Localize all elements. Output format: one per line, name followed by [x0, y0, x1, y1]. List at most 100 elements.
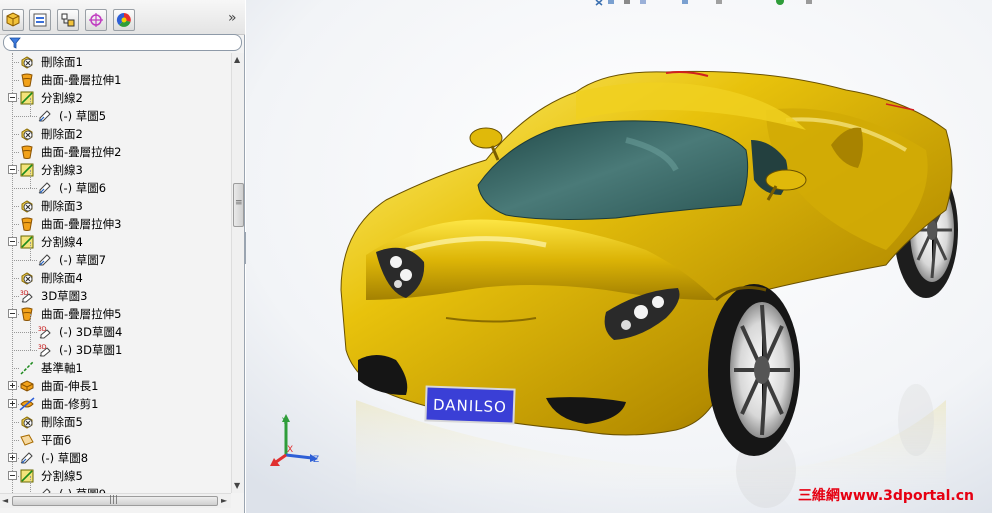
tree-item[interactable]: 刪除面3	[0, 197, 231, 215]
tree-expander-plus-icon[interactable]	[8, 453, 17, 462]
tree-item[interactable]: 3D 3D草圖3	[0, 287, 231, 305]
tree-item-label: (-) 草圖6	[59, 181, 107, 195]
tree-item-label: 刪除面4	[41, 271, 83, 285]
tree-item-label: (-) 3D草圖1	[59, 343, 123, 357]
graphics-area[interactable]: DANILSO Y Z X 三維網www.3dportal.cn	[246, 0, 992, 513]
sketch-icon	[37, 108, 53, 124]
tree-item-label: (-) 草圖5	[59, 109, 107, 123]
zoom-area-icon	[608, 0, 614, 4]
tree-item-label: 3D草圖3	[41, 289, 88, 303]
tree-item[interactable]: 3D (-) 3D草圖4	[0, 314, 231, 341]
tree-item-label: (-) 3D草圖4	[59, 325, 123, 339]
split-line-icon	[19, 90, 35, 106]
tree-item[interactable]: 刪除面4	[0, 269, 231, 287]
tree-expander-plus-icon[interactable]	[8, 381, 17, 390]
tree-connector	[12, 80, 19, 81]
view-orientation-icon	[682, 0, 688, 4]
panel-tab-bar: »	[0, 0, 245, 35]
tree-connector	[12, 62, 19, 63]
scroll-up-arrow-icon[interactable]: ▲	[234, 55, 240, 64]
tree-item-label: (-) 草圖8	[41, 451, 89, 465]
tree-expander-plus-icon[interactable]	[8, 399, 17, 408]
3d-sketch-icon: 3D	[37, 342, 53, 358]
delete-face-icon	[19, 270, 35, 286]
tree-item[interactable]: 平面6	[0, 431, 231, 449]
surface-extrude-icon	[19, 378, 35, 394]
tree-item[interactable]: 曲面-疊層拉伸1	[0, 71, 231, 89]
tree-item[interactable]: 刪除面5	[0, 413, 231, 431]
tree-expander-minus-icon[interactable]	[8, 165, 17, 174]
tab-feature-manager[interactable]	[2, 9, 24, 31]
surface-loft-icon	[19, 144, 35, 160]
surface-loft-icon	[19, 216, 35, 232]
horizontal-scroll-thumb[interactable]: |||	[12, 495, 218, 506]
tree-expander-minus-icon[interactable]	[8, 309, 17, 318]
tree-connector	[12, 260, 37, 261]
tree-item-label: 分割線2	[41, 91, 83, 105]
scroll-down-arrow-icon[interactable]: ▼	[234, 481, 240, 490]
tab-property-manager[interactable]	[29, 9, 51, 31]
scroll-thumb-grip: ≡	[235, 198, 243, 208]
tree-item[interactable]: 曲面-伸長1	[0, 377, 231, 395]
model-canvas: DANILSO Y Z X	[246, 0, 992, 513]
tree-item-label: 曲面-疊層拉伸5	[41, 307, 122, 321]
tree-connector	[12, 278, 19, 279]
expand-panel-chevron-icon[interactable]: »	[228, 10, 236, 26]
tree-item[interactable]: 曲面-疊層拉伸5	[0, 305, 231, 323]
tree-item-label: 基準軸1	[41, 361, 83, 375]
tree-item-label: 刪除面3	[41, 199, 83, 213]
tree-item[interactable]: 分割線2	[0, 89, 231, 107]
plane-icon	[19, 432, 35, 448]
delete-face-icon	[19, 54, 35, 70]
tree-connector	[12, 188, 37, 189]
tree-item[interactable]: (-) 草圖8	[0, 449, 231, 467]
tree-expander-minus-icon[interactable]	[8, 93, 17, 102]
tree-item[interactable]: (-) 草圖6	[0, 170, 231, 197]
feature-tree-vertical-scrollbar[interactable]: ▲ ≡ ▼	[231, 53, 244, 493]
property-manager-icon	[33, 13, 47, 27]
tree-item[interactable]: 曲面-修剪1	[0, 395, 231, 413]
tree-item[interactable]: 3D (-) 3D草圖1	[0, 332, 231, 359]
sketch-icon	[19, 450, 35, 466]
3d-sketch-icon: 3D	[19, 288, 35, 304]
tree-item[interactable]: 刪除面1	[0, 53, 231, 71]
tree-item[interactable]: (-) 草圖7	[0, 242, 231, 269]
feature-manager-panel: » 刪除面1 曲面-疊層拉伸1 分割線2 (-) 草圖5 刪除面2 曲面-疊層拉伸2 分割線…	[0, 0, 245, 513]
h-scroll-thumb-grip: |||	[109, 495, 119, 505]
sketch-icon	[37, 180, 53, 196]
tree-item[interactable]: (-) 草圖9	[0, 476, 231, 493]
license-plate: DANILSO	[424, 385, 516, 425]
feature-manager-icon	[6, 12, 20, 27]
section-view-icon	[640, 0, 646, 4]
delete-face-icon	[19, 414, 35, 430]
tree-connector	[30, 98, 31, 116]
feature-filter-input[interactable]	[3, 34, 242, 51]
tree-item[interactable]: 分割線4	[0, 233, 231, 251]
tab-display-manager[interactable]	[113, 9, 135, 31]
tree-expander-minus-icon[interactable]	[8, 237, 17, 246]
tree-item[interactable]: 分割線3	[0, 161, 231, 179]
tree-item[interactable]: 曲面-疊層拉伸2	[0, 143, 231, 161]
scroll-right-arrow-icon[interactable]: ►	[221, 496, 227, 505]
tree-expander-minus-icon[interactable]	[8, 471, 17, 480]
tab-configuration-manager[interactable]	[57, 9, 79, 31]
scroll-left-arrow-icon[interactable]: ◄	[2, 496, 8, 505]
tree-item[interactable]: 分割線5	[0, 467, 231, 485]
tree-item[interactable]: 基準軸1	[0, 359, 231, 377]
feature-tree-horizontal-scrollbar[interactable]: ◄ ||| ►	[0, 493, 231, 508]
dimxpert-icon	[89, 13, 103, 27]
display-style-icon	[716, 0, 722, 4]
triad-y-label: Y	[281, 417, 288, 427]
axis-icon	[19, 360, 35, 376]
tree-connector	[12, 350, 37, 351]
tab-dimxpert-manager[interactable]	[85, 9, 107, 31]
tree-item[interactable]: (-) 草圖5	[0, 98, 231, 125]
tree-item[interactable]: 曲面-疊層拉伸3	[0, 215, 231, 233]
vertical-scroll-thumb[interactable]: ≡	[233, 183, 244, 227]
filter-icon	[9, 37, 21, 49]
tree-connector	[30, 332, 31, 350]
tree-connector	[30, 476, 31, 493]
tree-connector	[30, 242, 31, 260]
split-line-icon	[19, 162, 35, 178]
tree-item[interactable]: 刪除面2	[0, 125, 231, 143]
